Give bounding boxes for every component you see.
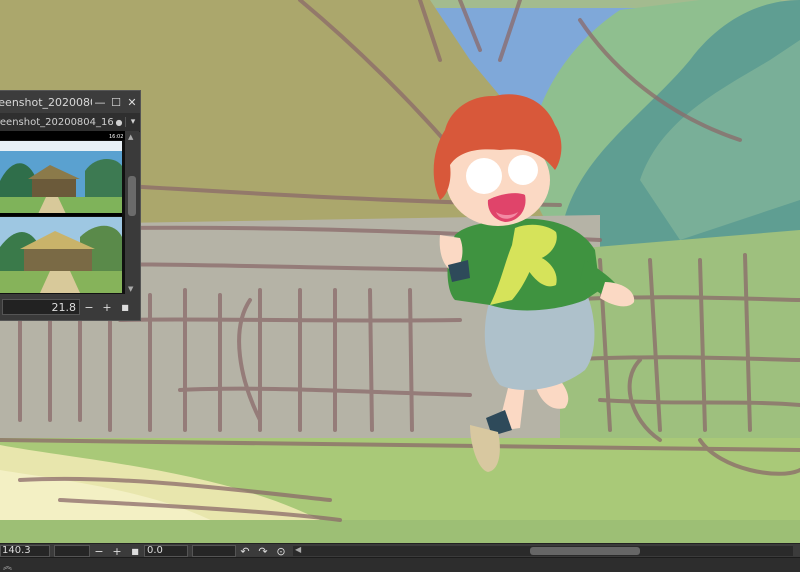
close-button[interactable]: ✕ (124, 96, 140, 109)
reference-image: 16:02 (0, 131, 125, 295)
horizontal-scrollbar[interactable]: ◀ (293, 545, 793, 556)
bottom-panel-strip: ︽ (0, 557, 800, 572)
rotation-preset-field[interactable] (192, 545, 236, 557)
chevron-left-icon[interactable]: ◀ (295, 545, 301, 554)
zoom-in-button[interactable]: + (98, 301, 116, 314)
rotate-left-icon[interactable]: ↶ (236, 545, 254, 558)
scrollbar-thumb[interactable] (128, 176, 136, 216)
zoom-out-button[interactable]: − (80, 301, 98, 314)
zoom-preset-field[interactable] (54, 545, 90, 557)
reset-rotation-icon[interactable]: ⊙ (272, 545, 290, 558)
chevrons-up-icon[interactable]: ︽ (3, 559, 12, 572)
scroll-down-icon[interactable]: ▼ (128, 285, 133, 293)
horizontal-scrollbar-thumb[interactable] (530, 547, 640, 555)
minimize-button[interactable]: — (92, 96, 108, 109)
sub-view-footer: 21.8 − + ■ (0, 294, 139, 320)
scroll-up-icon[interactable]: ▲ (128, 133, 133, 141)
sub-view-titlebar[interactable]: reenshot_2020080 — ☐ ✕ (0, 91, 140, 113)
sub-view-title: reenshot_2020080 (0, 95, 92, 109)
chevron-down-icon[interactable]: ▾ (125, 117, 140, 127)
zoom-field[interactable]: 140.3 (0, 545, 50, 557)
reference-image-viewer[interactable]: 16:02 (0, 131, 125, 295)
fit-button[interactable]: ■ (116, 303, 134, 312)
tab-label: reenshot_20200804_16020 (0, 116, 113, 128)
thumbnail-time: 16:02 (109, 134, 123, 140)
sub-view-panel[interactable]: reenshot_2020080 — ☐ ✕ reenshot_20200804… (0, 90, 141, 321)
canvas-status-bar: 140.3 − + ■ 0.0 ↶ ↷ ⊙ ◀ (0, 543, 800, 558)
viewer-scrollbar[interactable]: ▲ ▼ (125, 131, 139, 295)
zoom-out-button[interactable]: − (90, 545, 108, 558)
fit-button[interactable]: ■ (126, 547, 144, 556)
sub-view-tab[interactable]: reenshot_20200804_16020 ● ▾ (0, 113, 140, 132)
maximize-button[interactable]: ☐ (108, 96, 124, 109)
zoom-in-button[interactable]: + (108, 545, 126, 558)
sub-view-zoom-field[interactable]: 21.8 (2, 299, 80, 315)
modified-indicator: ● (115, 117, 123, 127)
rotate-right-icon[interactable]: ↷ (254, 545, 272, 558)
rotation-field[interactable]: 0.0 (144, 545, 188, 557)
